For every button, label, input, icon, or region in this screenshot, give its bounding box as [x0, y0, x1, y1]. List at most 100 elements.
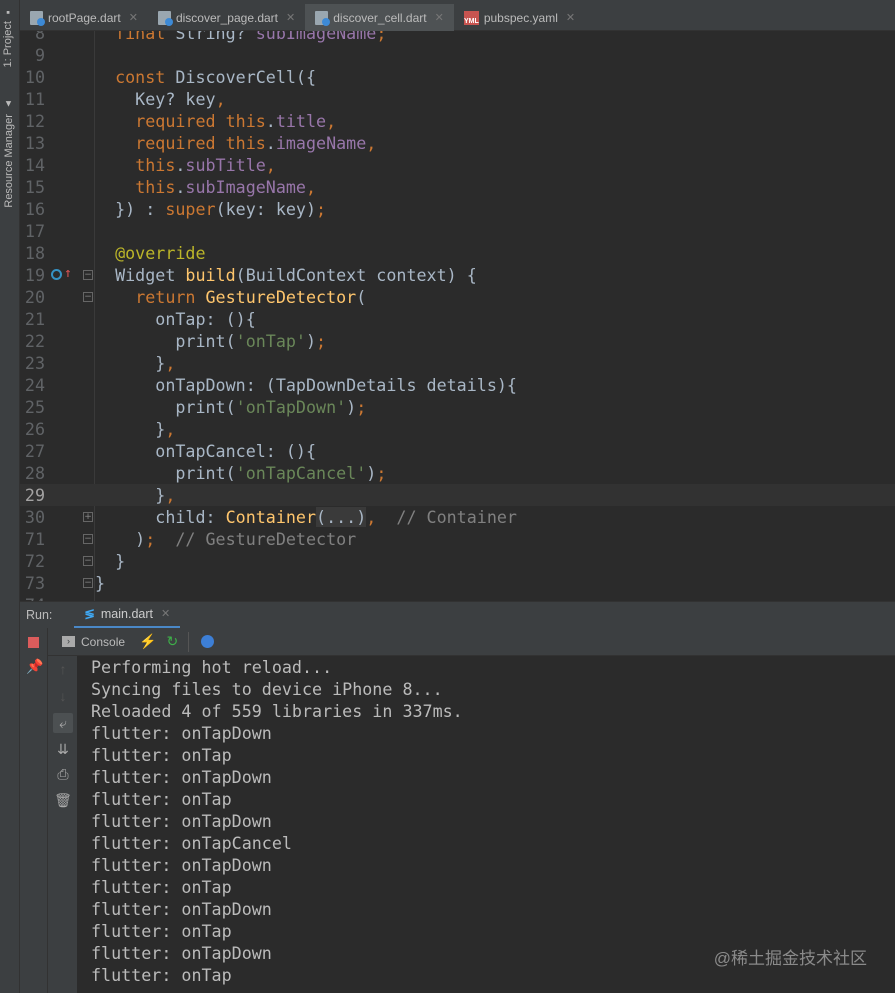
code-line: 17 [20, 220, 895, 242]
line-number: 16 [24, 199, 45, 219]
line-number: 9 [34, 45, 45, 65]
code-line: 26 }, [20, 418, 895, 440]
watermark: @稀土掘金技术社区 [713, 949, 867, 968]
fold-icon[interactable]: − [83, 270, 93, 280]
trash-icon[interactable]: 🗑 [53, 790, 73, 810]
hot-reload-icon[interactable]: ⚡ [139, 633, 156, 650]
fold-icon[interactable]: − [83, 578, 93, 588]
close-icon[interactable]: ✕ [286, 11, 295, 24]
code-token: } [95, 573, 106, 593]
line-number: 18 [24, 243, 45, 263]
console-tab[interactable]: Console [81, 635, 125, 649]
code-text: final String? subImageName; [95, 31, 386, 44]
line-number: 27 [24, 441, 45, 461]
code-line: 29 }, [20, 484, 895, 506]
console-line: Reloaded 4 of 559 libraries in 337ms. [91, 701, 463, 721]
code-token: 'onTapCancel' [235, 463, 367, 483]
console-line: Syncing files to device iPhone 8... [91, 679, 443, 699]
code-token: , [326, 111, 337, 131]
tab-pubspec-yaml[interactable]: YML pubspec.yaml ✕ [454, 4, 585, 31]
code-token: . [175, 177, 186, 197]
run-tab-main-dart[interactable]: ≶ main.dart ✕ [74, 602, 181, 629]
code-line: 23 }, [20, 352, 895, 374]
code-token: this [135, 177, 176, 197]
console-line: flutter: onTapDown [91, 723, 272, 743]
code-text: }, [95, 418, 175, 440]
code-token: final [115, 31, 176, 43]
stop-icon[interactable] [28, 637, 39, 648]
console-icon: › [62, 636, 75, 647]
code-line: 12 required this.title, [20, 110, 895, 132]
console-line: flutter: onTap [91, 877, 232, 897]
arrow-down-icon[interactable]: ↓ [53, 686, 73, 706]
pin-icon[interactable]: 📌 [26, 658, 43, 675]
arrow-up-icon[interactable]: ↑ [64, 266, 72, 282]
code-token: super [165, 199, 216, 219]
soft-wrap-icon[interactable]: ⤶ [53, 713, 73, 733]
code-token: // GestureDetector [155, 529, 357, 549]
dart-file-icon [157, 10, 173, 26]
code-token: ) [305, 331, 317, 351]
code-token: ; [356, 397, 367, 417]
code-line: 25 print('onTapDown'); [20, 396, 895, 418]
line-number: 13 [24, 133, 45, 153]
line-number: 21 [24, 309, 45, 329]
fold-icon[interactable]: − [83, 556, 93, 566]
line-number: 8 [34, 31, 45, 43]
code-token: ) [366, 463, 377, 483]
code-token: print( [95, 463, 236, 483]
code-text: this.subImageName, [95, 176, 316, 198]
code-token: onTapCancel: (){ [95, 441, 317, 461]
line-number: 23 [24, 353, 45, 373]
code-text: child: Container(...), // Container [95, 506, 517, 528]
code-token: imageName [275, 133, 367, 153]
tab-label: discover_cell.dart [333, 10, 427, 25]
tab-discover-cell-dart[interactable]: discover_cell.dart ✕ [305, 4, 454, 31]
code-text: }, [95, 352, 175, 374]
console-line: flutter: onTapDown [91, 767, 272, 787]
resource-manager-tool-button[interactable]: Resource Manager ▴ [2, 98, 15, 208]
code-line: 30 + child: Container(...), // Container [20, 506, 895, 528]
print-icon[interactable]: ⎙ [53, 764, 73, 784]
hot-restart-icon[interactable]: ↻ [166, 633, 178, 650]
code-editor[interactable]: 8 final String? subImageName; 9 10 const D… [20, 31, 895, 601]
fold-icon[interactable]: − [83, 534, 93, 544]
code-token[interactable]: (...) [316, 507, 367, 527]
dart-devtools-icon[interactable] [201, 635, 215, 648]
run-tab-label: main.dart [100, 606, 153, 621]
close-icon[interactable]: ✕ [566, 11, 575, 24]
code-line: 27 onTapCancel: (){ [20, 440, 895, 462]
arrow-up-icon[interactable]: ↑ [53, 659, 73, 679]
flutter-icon: ≶ [84, 607, 95, 621]
console-output[interactable]: Performing hot reload... Syncing files to… [91, 656, 895, 993]
console-line: flutter: onTap [91, 745, 232, 765]
code-token: onTapDown: (TapDownDetails details){ [95, 375, 517, 395]
code-token: title [275, 111, 327, 131]
code-line: 15 this.subImageName, [20, 176, 895, 198]
fold-icon[interactable]: + [83, 512, 93, 522]
project-tool-button[interactable]: 1: Project ▪ [2, 6, 14, 68]
code-token: } [95, 419, 166, 439]
code-token: ; [145, 529, 156, 549]
tab-rootPage-dart[interactable]: rootPage.dart ✕ [20, 4, 148, 31]
close-icon[interactable]: ✕ [435, 11, 444, 24]
code-token: subImageName [185, 177, 306, 197]
yaml-file-icon: YML [463, 10, 479, 25]
close-icon[interactable]: ✕ [129, 11, 138, 24]
code-text: Widget build(BuildContext context) { [95, 264, 477, 286]
code-text: } [95, 550, 125, 572]
code-token: subTitle [185, 155, 266, 175]
close-icon[interactable]: ✕ [161, 607, 170, 620]
override-marker-icon[interactable] [51, 269, 62, 280]
tab-discover-page-dart[interactable]: discover_page.dart ✕ [148, 4, 305, 31]
code-text: }) : super(key: key); [95, 198, 326, 220]
line-number: 71 [24, 529, 45, 549]
fold-icon[interactable]: − [83, 292, 93, 302]
scroll-to-end-icon[interactable]: ⇊ [53, 739, 73, 759]
code-token: subImageName [255, 31, 377, 43]
project-label: 1: Project [2, 21, 14, 68]
